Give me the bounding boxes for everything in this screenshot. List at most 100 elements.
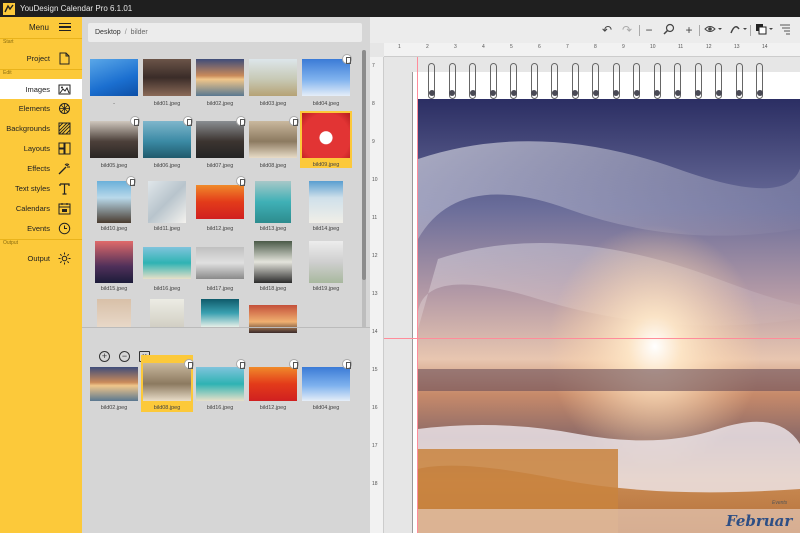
thumbnail[interactable] [194,297,246,354]
binding-hole [531,90,537,96]
binding-hole [756,90,763,96]
thumbnail[interactable]: bild12.jpeg [194,176,246,236]
sidebar-item-events[interactable]: Events [0,218,82,238]
sidebar-item-layouts[interactable]: Layouts [0,138,82,158]
thumbnail-image [196,59,244,96]
thumbnail[interactable] [247,297,299,354]
thumbnail[interactable]: bild15.jpeg [88,239,140,296]
thumbnail[interactable]: bild17.jpeg [194,239,246,296]
checked-badge-icon [236,359,246,369]
sidebar-item-project[interactable]: Project [0,48,82,68]
thumbnail-caption: bild06.jpeg [153,163,181,169]
section-label-start: Start [3,39,14,45]
collection-item[interactable]: bild02.jpeg [88,361,140,418]
thumbnail[interactable]: bild19.jpeg [300,239,352,296]
title-bar: YouDesign Calendar Pro 6.1.01 [0,0,800,17]
sidebar-item-elements[interactable]: Elements [0,98,82,118]
checked-badge-icon [289,359,299,369]
menu-label: Menu [28,22,49,32]
sidebar-item-backgrounds[interactable]: Backgrounds [0,118,82,138]
view-icon[interactable] [703,23,723,37]
thumbnail-scrollbar[interactable] [362,50,366,328]
thumbnail[interactable]: bild05.jpeg [88,116,140,176]
vertical-ruler: 7 8 9 10 11 12 13 14 15 16 17 18 [370,57,384,533]
thumbnail[interactable]: bild06.jpeg [141,116,193,176]
ruler-tick-label: 9 [372,139,375,145]
thumbnail-caption: bild13.jpeg [259,226,287,232]
redo-icon[interactable]: ↷ [620,23,634,37]
thumbnail-caption: bild10.jpeg [100,226,128,232]
ruler-tick-label: 14 [372,329,378,335]
binding-hole [428,90,435,96]
thumbnail-image [97,181,131,223]
thumbnail-image [309,241,343,283]
thumbnail[interactable]: bild13.jpeg [247,179,299,236]
panel-divider[interactable] [82,327,370,328]
sidebar-item-calendars[interactable]: Calendars [0,198,82,218]
events-tag[interactable]: Events [772,500,787,506]
binding-hole [572,90,578,96]
thumbnail[interactable]: - [88,57,140,114]
collection-item[interactable]: bild16.jpeg [194,359,246,418]
effects-icon[interactable] [728,23,748,37]
thumbnail-caption: bild08.jpeg [259,163,287,169]
thumbnail-image [201,299,239,327]
editor-canvas[interactable]: ↶ ↷ − + 1 2 3 4 5 6 7 8 9 10 11 12 13 14 7 8 9 10 11 12 13 1… [370,17,800,533]
editor-toolbar: ↶ ↷ − + [370,17,800,43]
thumbnail-image [150,299,184,327]
section-label-edit: Edit [3,70,12,76]
thumbnail[interactable]: bild18.jpeg [247,239,299,296]
calendar-photo[interactable] [418,99,800,533]
thumbnail[interactable]: bild10.jpeg [88,176,140,236]
guide-line [417,57,418,533]
zoom-icon[interactable] [662,23,676,37]
sidebar-item-label: Effects [27,163,50,173]
thumbnail-caption: bild01.jpeg [153,101,181,107]
thumbnail[interactable]: bild03.jpeg [247,57,299,114]
arrange-icon[interactable] [778,23,792,37]
month-title[interactable]: Februar [726,512,792,530]
scrollbar-thumb[interactable] [362,50,366,280]
checked-badge-icon [342,54,352,64]
sidebar-item-effects[interactable]: Effects [0,158,82,178]
thumbnail-image [148,181,186,223]
ruler-tick-label: 2 [426,44,429,50]
collection-item[interactable]: bild04.jpeg [300,359,352,418]
thumbnail[interactable]: bild02.jpeg [194,57,246,114]
thumbnail[interactable]: bild04.jpeg [300,54,352,114]
thumbnail-image [90,59,138,96]
collection-item[interactable]: bild12.jpeg [247,359,299,418]
thumbnail[interactable] [88,297,140,354]
sidebar-item-text-styles[interactable]: Text styles [0,178,82,198]
layer-icon[interactable] [754,23,774,37]
thumbnail[interactable]: bild01.jpeg [141,57,193,114]
thumbnail-image [302,113,350,158]
section-label-output: Output [3,240,19,246]
zoom-out-icon[interactable]: − [644,23,654,37]
thumbnail[interactable]: bild07.jpeg [194,116,246,176]
thumbnail[interactable]: bild11.jpeg [141,179,193,236]
thumbnail-image [196,185,244,219]
thumbnail[interactable] [141,297,193,354]
thumbnail[interactable]: bild16.jpeg [141,239,193,296]
undo-icon[interactable]: ↶ [600,23,614,37]
thumbnail-selected[interactable]: bild09.jpeg [300,111,352,168]
sidebar-item-images[interactable]: Images [0,79,82,99]
thumbnail[interactable]: bild08.jpeg [247,116,299,176]
ruler-tick-label: 10 [372,177,378,183]
menu-button[interactable]: Menu [0,17,82,37]
sidebar-item-output[interactable]: Output [0,248,82,268]
thumbnail-image [143,121,191,158]
thumbnail-caption: bild17.jpeg [206,286,234,292]
zoom-in-icon[interactable]: + [684,23,694,37]
sidebar-item-label: Text styles [14,183,50,193]
sidebar-item-label: Layouts [23,143,50,153]
ruler-tick-label: 16 [372,405,378,411]
thumbnail-caption: bild12.jpeg [259,405,287,411]
thumbnail-image [143,59,191,96]
thumbnail[interactable]: bild14.jpeg [300,179,352,236]
ruler-tick-label: 17 [372,443,378,449]
thumbnail-image [143,247,191,279]
document-icon [59,52,70,64]
collection-item-selected[interactable]: bild08.jpeg [141,355,194,412]
